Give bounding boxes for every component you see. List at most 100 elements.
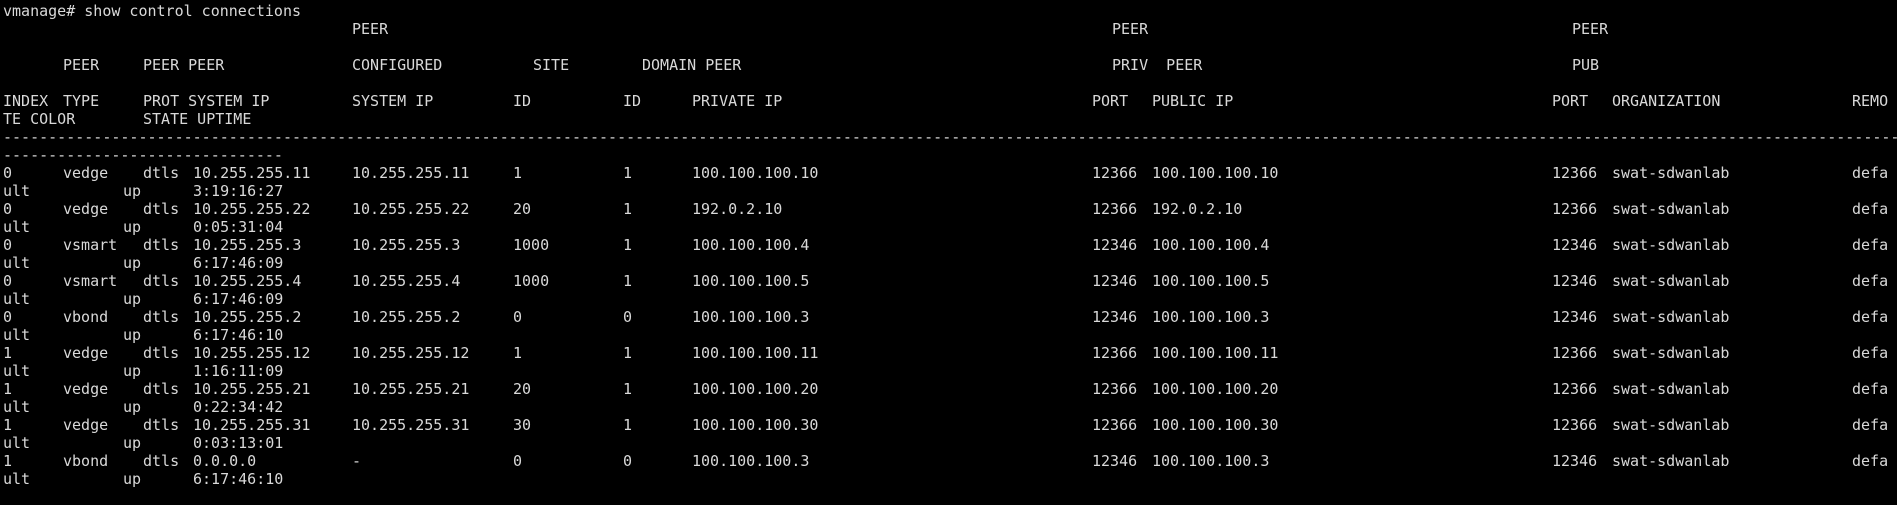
cell-index: 1 bbox=[3, 416, 13, 434]
cell-site-id: 1 bbox=[513, 164, 523, 182]
cell-uptime: 3:19:16:27 bbox=[193, 182, 284, 200]
header-system-ip: SYSTEM IP bbox=[352, 92, 434, 110]
table-row: 1 vedge dtls 10.255.255.31 10.255.255.31 30 1 1… bbox=[0, 416, 1897, 452]
header-domain-id: ID bbox=[623, 92, 642, 110]
cell-color-start: defa bbox=[1852, 380, 1889, 398]
cell-organization: swat-sdwanlab bbox=[1612, 452, 1730, 470]
cell-configured-system-ip: 10.255.255.3 bbox=[352, 236, 461, 254]
cell-peer-type: vbond bbox=[63, 452, 109, 470]
cell-organization: swat-sdwanlab bbox=[1612, 164, 1730, 182]
header-organization: ORGANIZATION bbox=[1612, 92, 1721, 110]
cell-site-id: 1 bbox=[513, 344, 523, 362]
cell-peer-type: vsmart bbox=[63, 272, 118, 290]
cell-configured-system-ip: 10.255.255.2 bbox=[352, 308, 461, 326]
cell-public-ip: 100.100.100.3 bbox=[1152, 308, 1270, 326]
header-prot-system-ip: PROT SYSTEM IP bbox=[143, 92, 270, 110]
cell-domain-id: 0 bbox=[623, 308, 633, 326]
cell-color-end: ult bbox=[3, 434, 31, 452]
cell-peer-protocol: dtls bbox=[143, 344, 180, 362]
cell-uptime: 6:17:46:10 bbox=[193, 326, 284, 344]
cell-public-port: 12366 bbox=[1552, 164, 1598, 182]
cell-peer-protocol: dtls bbox=[143, 272, 180, 290]
cell-private-port: 12366 bbox=[1092, 200, 1138, 218]
cell-private-ip: 100.100.100.4 bbox=[692, 236, 810, 254]
cell-public-port: 12346 bbox=[1552, 452, 1598, 470]
cell-private-ip: 100.100.100.5 bbox=[692, 272, 810, 290]
cell-peer-system-ip: 10.255.255.31 bbox=[193, 416, 311, 434]
cell-configured-system-ip: 10.255.255.21 bbox=[352, 380, 470, 398]
cell-index: 0 bbox=[3, 164, 13, 182]
command-prompt: vmanage# show control connections bbox=[3, 2, 302, 20]
header-pub-port: PORT bbox=[1552, 92, 1589, 110]
cell-color-start: defa bbox=[1852, 272, 1889, 290]
cell-configured-system-ip: 10.255.255.12 bbox=[352, 344, 470, 362]
table-row: 1 vedge dtls 10.255.255.12 10.255.255.12 1 1 10… bbox=[0, 344, 1897, 380]
cell-peer-system-ip: 10.255.255.2 bbox=[193, 308, 302, 326]
header-peer: PEER bbox=[63, 56, 100, 74]
cell-uptime: 1:16:11:09 bbox=[193, 362, 284, 380]
cell-configured-system-ip: 10.255.255.4 bbox=[352, 272, 461, 290]
cell-peer-state: up bbox=[123, 434, 142, 452]
cell-uptime: 0:05:31:04 bbox=[193, 218, 284, 236]
cell-peer-type: vedge bbox=[63, 200, 109, 218]
cell-peer-protocol: dtls bbox=[143, 416, 180, 434]
cell-public-ip: 100.100.100.5 bbox=[1152, 272, 1270, 290]
cell-peer-protocol: dtls bbox=[143, 236, 180, 254]
cell-peer-state: up bbox=[123, 362, 142, 380]
cell-index: 0 bbox=[3, 236, 13, 254]
cell-color-start: defa bbox=[1852, 164, 1889, 182]
cell-organization: swat-sdwanlab bbox=[1612, 416, 1730, 434]
table-row: 1 vedge dtls 10.255.255.21 10.255.255.21 20 1 1… bbox=[0, 380, 1897, 416]
cell-peer-state: up bbox=[123, 254, 142, 272]
cell-organization: swat-sdwanlab bbox=[1612, 380, 1730, 398]
header-peer-pub: PEER bbox=[1572, 20, 1609, 38]
terminal-window[interactable]: vmanage# show control connections PEER P… bbox=[0, 0, 1897, 505]
cell-uptime: 6:17:46:09 bbox=[193, 254, 284, 272]
cell-peer-type: vedge bbox=[63, 344, 109, 362]
cell-peer-protocol: dtls bbox=[143, 308, 180, 326]
cell-peer-protocol: dtls bbox=[143, 200, 180, 218]
cell-private-ip: 100.100.100.11 bbox=[692, 344, 819, 362]
cell-configured-system-ip: - bbox=[352, 452, 362, 470]
cell-index: 0 bbox=[3, 272, 13, 290]
cell-public-ip: 100.100.100.11 bbox=[1152, 344, 1279, 362]
cell-color-end: ult bbox=[3, 254, 31, 272]
cell-peer-type: vedge bbox=[63, 416, 109, 434]
header-domain-peer: DOMAIN PEER bbox=[642, 56, 742, 74]
cell-site-id: 20 bbox=[513, 380, 532, 398]
cell-private-port: 12366 bbox=[1092, 380, 1138, 398]
cell-public-ip: 100.100.100.20 bbox=[1152, 380, 1279, 398]
cell-color-end: ult bbox=[3, 290, 31, 308]
cell-uptime: 6:17:46:10 bbox=[193, 470, 284, 488]
header-configured: CONFIGURED bbox=[352, 56, 443, 74]
cell-index: 1 bbox=[3, 452, 13, 470]
cell-public-port: 12366 bbox=[1552, 416, 1598, 434]
cell-private-port: 12366 bbox=[1092, 416, 1138, 434]
cell-peer-system-ip: 10.255.255.4 bbox=[193, 272, 302, 290]
cell-organization: swat-sdwanlab bbox=[1612, 308, 1730, 326]
cell-peer-state: up bbox=[123, 290, 142, 308]
cell-peer-state: up bbox=[123, 326, 142, 344]
cell-public-ip: 192.0.2.10 bbox=[1152, 200, 1243, 218]
header-remote: REMO bbox=[1852, 92, 1889, 110]
cell-peer-state: up bbox=[123, 218, 142, 236]
cell-domain-id: 1 bbox=[623, 164, 633, 182]
cell-index: 1 bbox=[3, 380, 13, 398]
cell-color-end: ult bbox=[3, 326, 31, 344]
cell-public-port: 12346 bbox=[1552, 236, 1598, 254]
cell-uptime: 6:17:46:09 bbox=[193, 290, 284, 308]
cell-peer-state: up bbox=[123, 182, 142, 200]
cell-public-ip: 100.100.100.10 bbox=[1152, 164, 1279, 182]
header-site-id: ID bbox=[513, 92, 532, 110]
header-color: TE COLOR bbox=[3, 110, 76, 128]
header-index: INDEX bbox=[3, 92, 49, 110]
cell-color-end: ult bbox=[3, 398, 31, 416]
header-public-ip: PUBLIC IP bbox=[1152, 92, 1234, 110]
cell-site-id: 1000 bbox=[513, 236, 550, 254]
cell-private-port: 12346 bbox=[1092, 272, 1138, 290]
table-row: 0 vedge dtls 10.255.255.22 10.255.255.22 20 1 1… bbox=[0, 200, 1897, 236]
cell-color-end: ult bbox=[3, 470, 31, 488]
header-priv-peer: PRIV PEER bbox=[1112, 56, 1203, 74]
cell-configured-system-ip: 10.255.255.11 bbox=[352, 164, 470, 182]
table-row: 1 vbond dtls 0.0.0.0 - 0 0 100.100.100.3 12346 10… bbox=[0, 452, 1897, 488]
